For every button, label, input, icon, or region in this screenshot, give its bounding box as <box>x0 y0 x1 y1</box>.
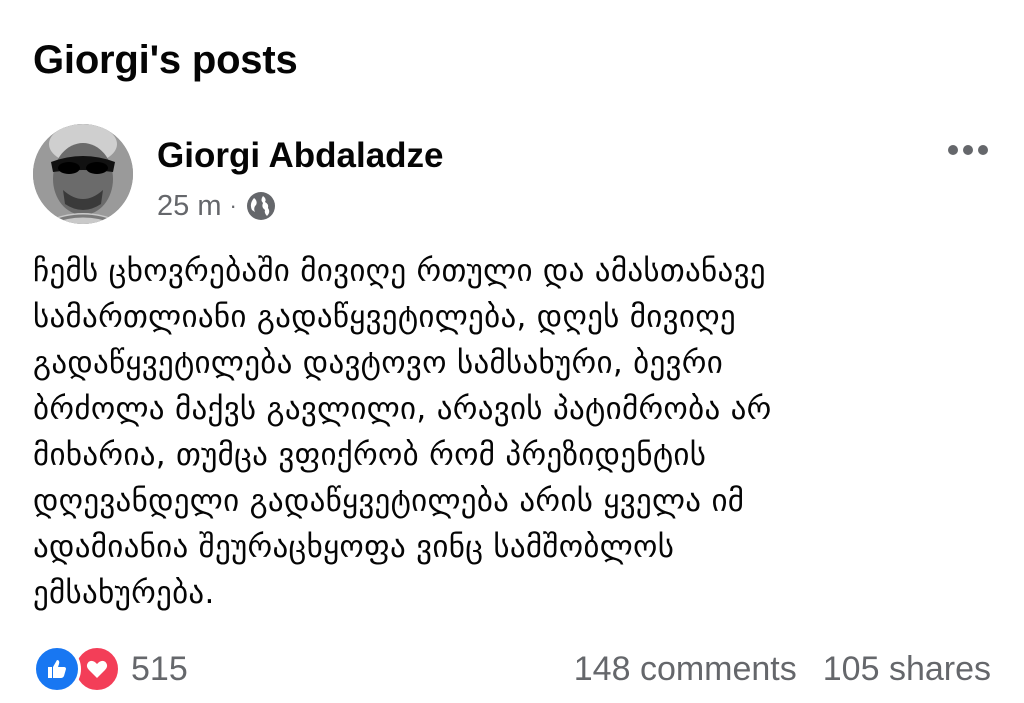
like-icon <box>33 645 81 693</box>
more-options-icon[interactable] <box>946 136 990 164</box>
avatar[interactable] <box>33 124 133 224</box>
avatar-photo <box>33 124 133 224</box>
post-text: ჩემს ცხოვრებაში მივიღე რთული და ამასთანა… <box>33 253 772 611</box>
reactions-summary[interactable]: 515 <box>33 645 188 693</box>
author-name[interactable]: Giorgi Abdaladze <box>157 136 444 176</box>
post-time[interactable]: 25 m <box>157 190 221 223</box>
meta-separator: · <box>229 193 237 218</box>
post-footer: 515 148 comments 105 shares <box>33 645 991 693</box>
post-meta: 25 m · <box>157 188 277 224</box>
page-title: Giorgi's posts <box>33 38 298 82</box>
comments-count[interactable]: 148 comments <box>574 650 797 689</box>
globe-icon[interactable] <box>245 190 277 222</box>
shares-count[interactable]: 105 shares <box>823 650 991 689</box>
reaction-count: 515 <box>131 649 188 688</box>
engagement-counts: 148 comments 105 shares <box>574 650 991 689</box>
